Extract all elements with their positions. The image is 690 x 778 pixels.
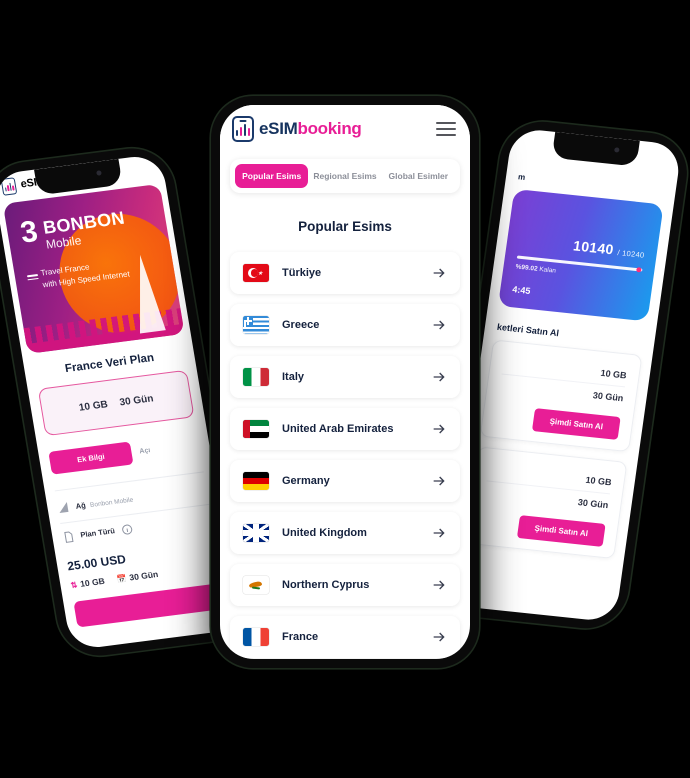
meta-days-value: 30 Gün <box>128 568 159 583</box>
arrow-right-icon <box>431 265 447 281</box>
list-item-france[interactable]: France <box>230 616 460 658</box>
list-item-germany[interactable]: Germany <box>230 460 460 502</box>
left-buy-button[interactable] <box>73 582 227 628</box>
buy-now-button[interactable]: Şimdi Satın Al <box>516 515 606 547</box>
country-name: Northern Cyprus <box>282 579 370 591</box>
logo-text-primary: eSIM <box>259 119 298 138</box>
usage-readout: 10140 / 10240 <box>518 232 646 261</box>
mockup-stage: eSIMbooking 3 BONBON Mobile Travel Franc… <box>0 0 690 778</box>
flag-northern-cyprus-icon <box>243 576 269 594</box>
flag-italy-icon <box>243 368 269 386</box>
usage-timer: 4:45 <box>511 284 532 297</box>
description-link[interactable]: Açı <box>139 447 151 455</box>
tab-popular-esims[interactable]: Popular Esims <box>235 164 309 188</box>
arrow-right-icon <box>431 577 447 593</box>
list-item-greece[interactable]: Greece <box>230 304 460 346</box>
remaining-percent: %99.02 <box>515 263 538 273</box>
remaining-label: Kalan <box>538 265 557 275</box>
meta-days: 📅 30 Gün <box>116 569 159 584</box>
country-name: United Arab Emirates <box>282 423 394 435</box>
network-value: Bonbon Mobile <box>89 496 134 509</box>
meta-data: ⇅ 10 GB <box>70 576 106 590</box>
info-icon[interactable] <box>120 522 134 535</box>
usage-value: 10140 <box>572 237 615 258</box>
country-name: Italy <box>282 371 305 383</box>
arrow-right-icon <box>431 525 447 541</box>
country-name: Greece <box>282 319 320 331</box>
arrow-right-icon <box>431 473 447 489</box>
list-item-italy[interactable]: Italy <box>230 356 460 398</box>
plan-data-value: 10 GB <box>78 398 109 414</box>
data-arrows-icon: ⇅ <box>69 579 78 590</box>
banner-bars-icon <box>26 273 39 281</box>
country-name: Türkiye <box>282 267 322 279</box>
right-phone-screen: m 10140 / 10240 %99.02 Kalan 4:45 ketler… <box>445 127 683 623</box>
center-phone-screen: eSIMbooking Popular Esims Regional Esims… <box>220 105 470 659</box>
network-label: Ağ <box>74 500 87 511</box>
usage-total: / 10240 <box>616 248 646 260</box>
usage-card: 10140 / 10240 %99.02 Kalan 4:45 <box>497 188 664 322</box>
logo-phone-signal-icon <box>232 116 254 142</box>
esim-tabs: Popular Esims Regional Esims Global Esim… <box>230 159 460 193</box>
arrow-right-icon <box>431 629 447 645</box>
arrow-right-icon <box>431 317 447 333</box>
left-action-row: Ek Bilgi Açı <box>48 433 201 475</box>
list-item-turkiye[interactable]: ★ Türkiye <box>230 252 460 294</box>
extra-info-button[interactable]: Ek Bilgi <box>48 441 134 475</box>
meta-data-value: 10 GB <box>79 575 106 589</box>
signal-icon <box>57 500 71 513</box>
country-name: United Kingdom <box>282 527 367 539</box>
flag-france-icon <box>243 628 269 646</box>
banner-number: 3 <box>18 214 41 250</box>
tab-regional-esims[interactable]: Regional Esims <box>308 164 381 188</box>
country-name: France <box>282 631 319 643</box>
document-icon <box>62 529 76 543</box>
flag-turkey-icon: ★ <box>243 264 269 282</box>
app-logo[interactable]: eSIMbooking <box>232 116 362 142</box>
plan-type-label: Plan Türü <box>79 525 116 539</box>
logo-text-secondary: booking <box>297 119 362 138</box>
list-item-united-kingdom[interactable]: United Kingdom <box>230 512 460 554</box>
left-info-list: Ağ Bonbon Mobile Plan Türü <box>54 471 214 550</box>
flag-greece-icon <box>243 316 269 334</box>
list-item-united-arab-emirates[interactable]: United Arab Emirates <box>230 408 460 450</box>
list-item-northern-cyprus[interactable]: Northern Cyprus <box>230 564 460 606</box>
tab-global-esimler[interactable]: Global Esimler <box>382 164 455 188</box>
flag-germany-icon <box>243 472 269 490</box>
flag-uae-icon <box>243 420 269 438</box>
center-phone-mockup: eSIMbooking Popular Esims Regional Esims… <box>211 96 479 668</box>
bonbon-promo-banner[interactable]: 3 BONBON Mobile Travel France with High … <box>2 183 185 354</box>
flag-uk-icon <box>243 524 269 542</box>
arrow-right-icon <box>431 369 447 385</box>
page-title: Popular Esims <box>298 219 392 234</box>
logo-phone-signal-icon <box>0 176 18 196</box>
package-card[interactable]: 10 GB 30 Gün Şimdi Satın Al <box>479 339 643 453</box>
left-phone-screen: eSIMbooking 3 BONBON Mobile Travel Franc… <box>0 153 241 651</box>
arrow-right-icon <box>431 421 447 437</box>
country-list: ★ Türkiye Greece Italy United Arab Emira… <box>220 252 470 659</box>
buy-now-button[interactable]: Şimdi Satın Al <box>531 408 621 440</box>
plan-days-value: 30 Gün <box>118 392 155 408</box>
plan-summary-card[interactable]: 10 GB 30 Gün <box>37 369 195 437</box>
center-app-header: eSIMbooking <box>220 105 470 153</box>
calendar-icon: 📅 <box>115 573 128 584</box>
hamburger-menu-icon[interactable] <box>436 121 456 137</box>
app-logo-text: eSIMbooking <box>259 119 362 139</box>
country-name: Germany <box>282 475 330 487</box>
package-card[interactable]: 10 GB 30 Gün Şimdi Satın Al <box>464 446 628 560</box>
